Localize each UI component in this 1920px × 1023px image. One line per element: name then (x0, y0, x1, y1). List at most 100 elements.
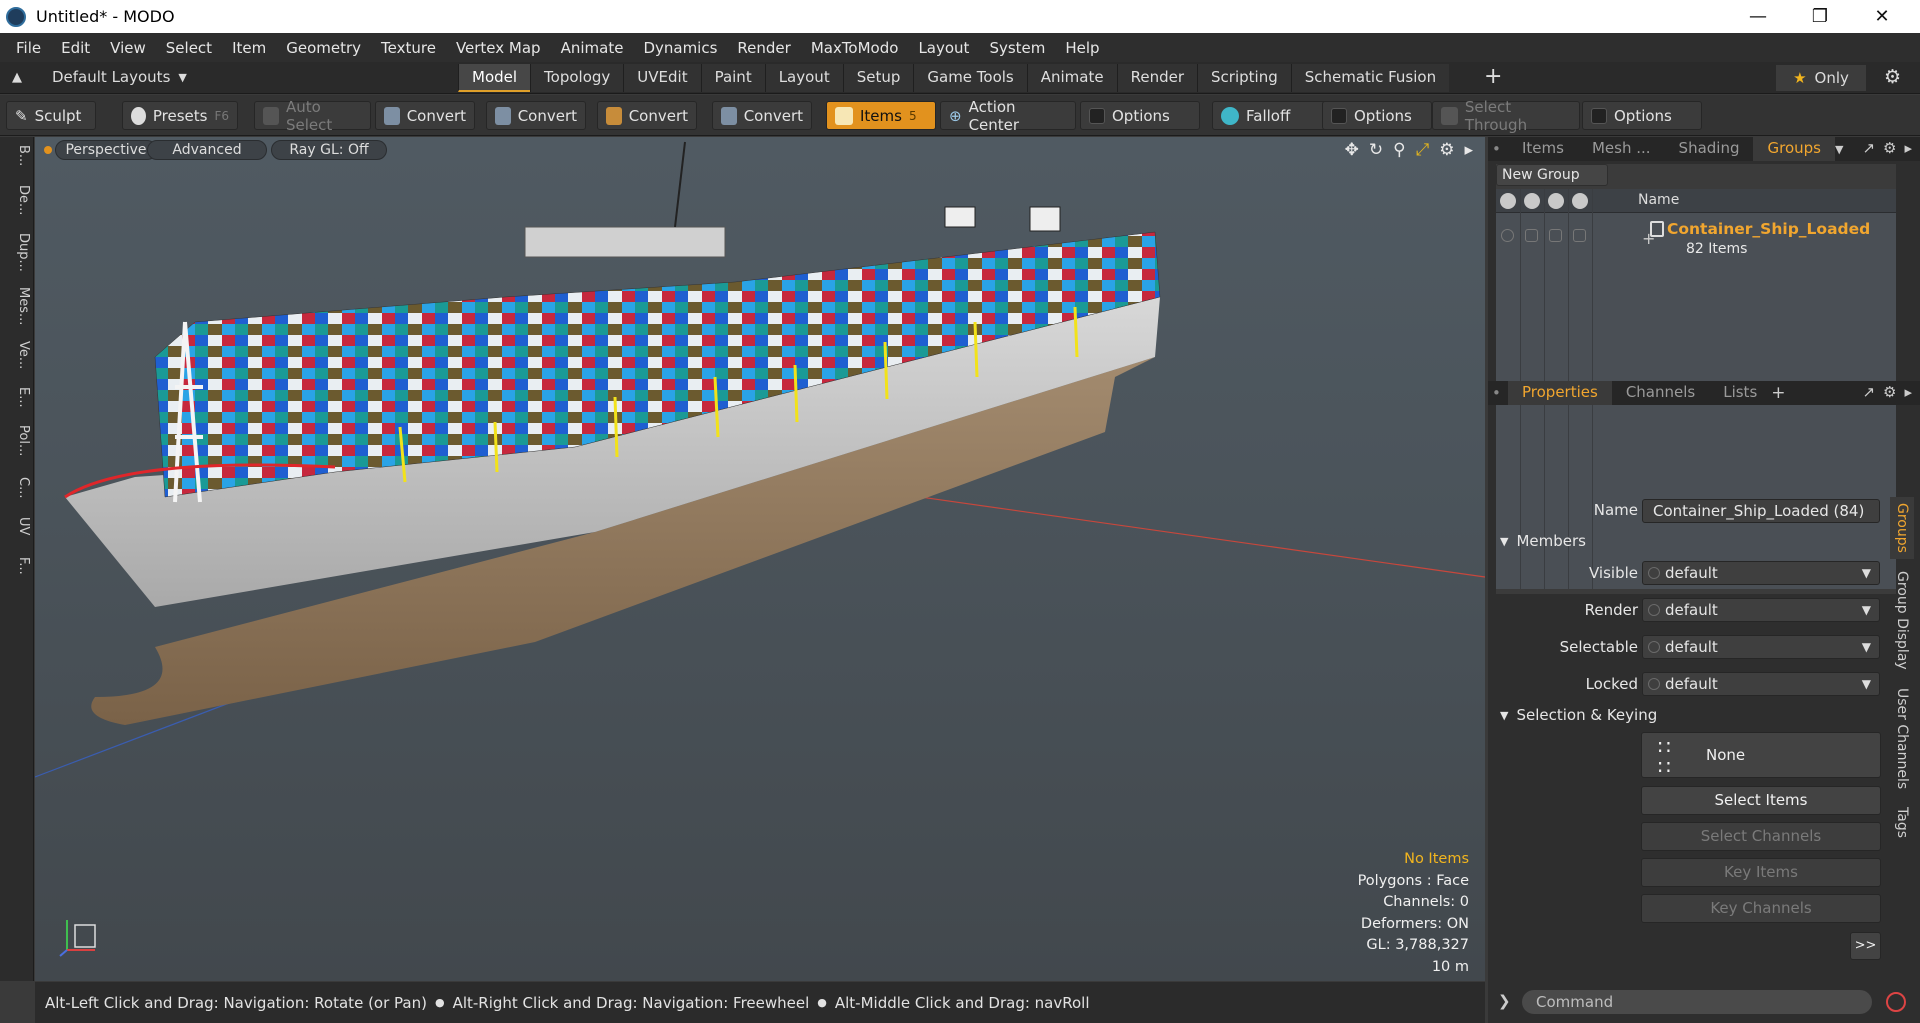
convert-button-1[interactable]: Convert (375, 101, 475, 130)
convert-button-3[interactable]: Convert (597, 101, 697, 130)
panel-gear-icon[interactable]: ⚙ (1883, 139, 1896, 157)
default-layouts-dropdown[interactable]: ▲ Default Layouts ▼ (12, 68, 187, 86)
add-tab-plus-icon[interactable]: + (1484, 64, 1502, 89)
add-tab-plus-icon[interactable]: + (1771, 383, 1785, 403)
row-render-icon[interactable] (1525, 229, 1538, 242)
tab-schematic-fusion[interactable]: Schematic Fusion (1290, 64, 1450, 92)
tab-scripting[interactable]: Scripting (1197, 64, 1291, 92)
tab-properties[interactable]: Properties (1508, 381, 1612, 405)
panel-arrow-icon[interactable]: ▸ (1904, 383, 1912, 401)
menu-select[interactable]: Select (156, 39, 222, 57)
key-items-button[interactable]: Key Items (1641, 858, 1881, 887)
select-channels-button[interactable]: Select Channels (1641, 822, 1881, 851)
group-name-field[interactable]: Container_Ship_Loaded (84) (1642, 499, 1880, 523)
options-button-1[interactable]: Options (1080, 101, 1200, 130)
tab-render[interactable]: Render (1116, 64, 1198, 92)
falloff-button[interactable]: Falloff (1212, 101, 1326, 130)
action-center-button[interactable]: ⊕ Action Center (940, 98, 1076, 134)
tab-model[interactable]: Model (458, 64, 531, 92)
tab-layout[interactable]: Layout (764, 64, 843, 92)
menu-item[interactable]: Item (222, 39, 276, 57)
gear-icon[interactable]: ⚙ (1884, 66, 1901, 88)
tab-uvedit[interactable]: UVEdit (623, 64, 701, 92)
lock-icon[interactable] (1548, 193, 1564, 209)
collapse-arrow-icon[interactable]: ▲ (12, 70, 22, 85)
menu-view[interactable]: View (100, 39, 156, 57)
raygl-toggle[interactable]: Ray GL: Off (271, 140, 387, 160)
presets-button[interactable]: Presets F6 (122, 101, 238, 130)
tab-animate[interactable]: Animate (1026, 64, 1117, 92)
viewport-status-dot[interactable] (44, 146, 52, 154)
viewport-gear-icon[interactable]: ⚙ (1439, 140, 1454, 160)
menu-animate[interactable]: Animate (551, 39, 634, 57)
locked-dropdown[interactable]: default ▼ (1642, 672, 1880, 696)
left-tab-uv[interactable]: UV (3, 513, 31, 539)
side-tab-group-display[interactable]: Group Display (1890, 565, 1914, 676)
menu-dynamics[interactable]: Dynamics (633, 39, 727, 57)
side-tab-user-channels[interactable]: User Channels (1890, 682, 1914, 795)
tab-setup[interactable]: Setup (842, 64, 914, 92)
menu-help[interactable]: Help (1055, 39, 1109, 57)
side-tab-groups[interactable]: Groups (1890, 497, 1914, 559)
close-button[interactable]: ✕ (1852, 0, 1912, 33)
fit-view-icon[interactable]: ⤢ (1416, 140, 1430, 160)
3d-viewport[interactable]: Perspective Advanced Ray GL: Off ✥ ↻ ⚲ ⤢… (35, 137, 1485, 981)
menu-maxtomodo[interactable]: MaxToModo (801, 39, 909, 57)
convert-button-2[interactable]: Convert (486, 101, 586, 130)
panel-gear-icon[interactable]: ⚙ (1883, 383, 1896, 401)
options-checkbox-3[interactable] (1591, 107, 1607, 124)
left-tab-duplicate[interactable]: Dup... (3, 229, 31, 276)
group-name[interactable]: Container_Ship_Loaded (1667, 220, 1870, 238)
zoom-magnifier-icon[interactable]: ⚲ (1393, 140, 1405, 160)
selectable-dropdown[interactable]: default ▼ (1642, 635, 1880, 659)
visible-dropdown[interactable]: default ▼ (1642, 561, 1880, 585)
options-button-3[interactable]: Options (1582, 101, 1702, 130)
command-input[interactable]: Command (1522, 990, 1872, 1014)
select-through-button[interactable]: Select Through (1432, 98, 1580, 134)
left-tab-edge[interactable]: E... (3, 383, 31, 412)
menu-geometry[interactable]: Geometry (276, 39, 371, 57)
selection-keying-section[interactable]: ▼ Selection & Keying (1500, 706, 1657, 724)
only-button[interactable]: ★ Only (1776, 65, 1866, 91)
visibility-eye-icon[interactable] (1500, 193, 1516, 209)
menu-vertex-map[interactable]: Vertex Map (446, 39, 551, 57)
record-macro-icon[interactable] (1886, 992, 1906, 1012)
members-section[interactable]: ▼ Members (1500, 532, 1586, 550)
sculpt-button[interactable]: ✎ Sculpt (6, 101, 96, 130)
perspective-dropdown[interactable]: Perspective (55, 140, 157, 160)
menu-system[interactable]: System (979, 39, 1055, 57)
render-dropdown[interactable]: default ▼ (1642, 598, 1880, 622)
auto-select-button[interactable]: Auto Select (254, 98, 371, 134)
minimize-button[interactable]: — (1728, 0, 1788, 33)
menu-layout[interactable]: Layout (908, 39, 979, 57)
selection-set-none-button[interactable]: ∷ ∷ None (1641, 732, 1881, 778)
row-visibility-eye-icon[interactable] (1501, 229, 1514, 242)
left-tab-mesh-edit[interactable]: Mes... (3, 283, 31, 329)
restore-button[interactable]: ❐ (1790, 0, 1850, 33)
left-tab-vertex[interactable]: Ve... (3, 337, 31, 373)
maximize-panel-icon[interactable]: ↗ (1862, 139, 1875, 157)
left-tab-fusion[interactable]: F... (3, 553, 31, 579)
tab-game-tools[interactable]: Game Tools (913, 64, 1027, 92)
side-tab-tags[interactable]: Tags (1890, 801, 1914, 844)
panel-arrow-icon[interactable]: ▸ (1904, 139, 1912, 157)
options-button-2[interactable]: Options (1322, 101, 1432, 130)
left-tab-curve[interactable]: C... (3, 473, 31, 502)
pan-move-icon[interactable]: ✥ (1345, 140, 1359, 160)
menu-edit[interactable]: Edit (51, 39, 100, 57)
key-channels-button[interactable]: Key Channels (1641, 894, 1881, 923)
shading-dropdown[interactable]: Advanced (147, 140, 267, 160)
row-lock-checkbox[interactable] (1549, 229, 1562, 242)
left-tab-deform[interactable]: De... (3, 181, 31, 219)
selectable-icon[interactable] (1572, 193, 1588, 209)
select-items-button[interactable]: Select Items (1641, 786, 1881, 815)
tab-channels[interactable]: Channels (1612, 381, 1709, 405)
options-checkbox-2[interactable] (1331, 107, 1347, 124)
menu-texture[interactable]: Texture (371, 39, 446, 57)
tab-mesh[interactable]: Mesh ... (1578, 137, 1665, 161)
tab-items[interactable]: Items (1508, 137, 1578, 161)
tab-paint[interactable]: Paint (700, 64, 765, 92)
left-tab-basic[interactable]: B... (3, 141, 31, 170)
row-select-checkbox[interactable] (1573, 229, 1586, 242)
render-icon[interactable] (1524, 193, 1540, 209)
